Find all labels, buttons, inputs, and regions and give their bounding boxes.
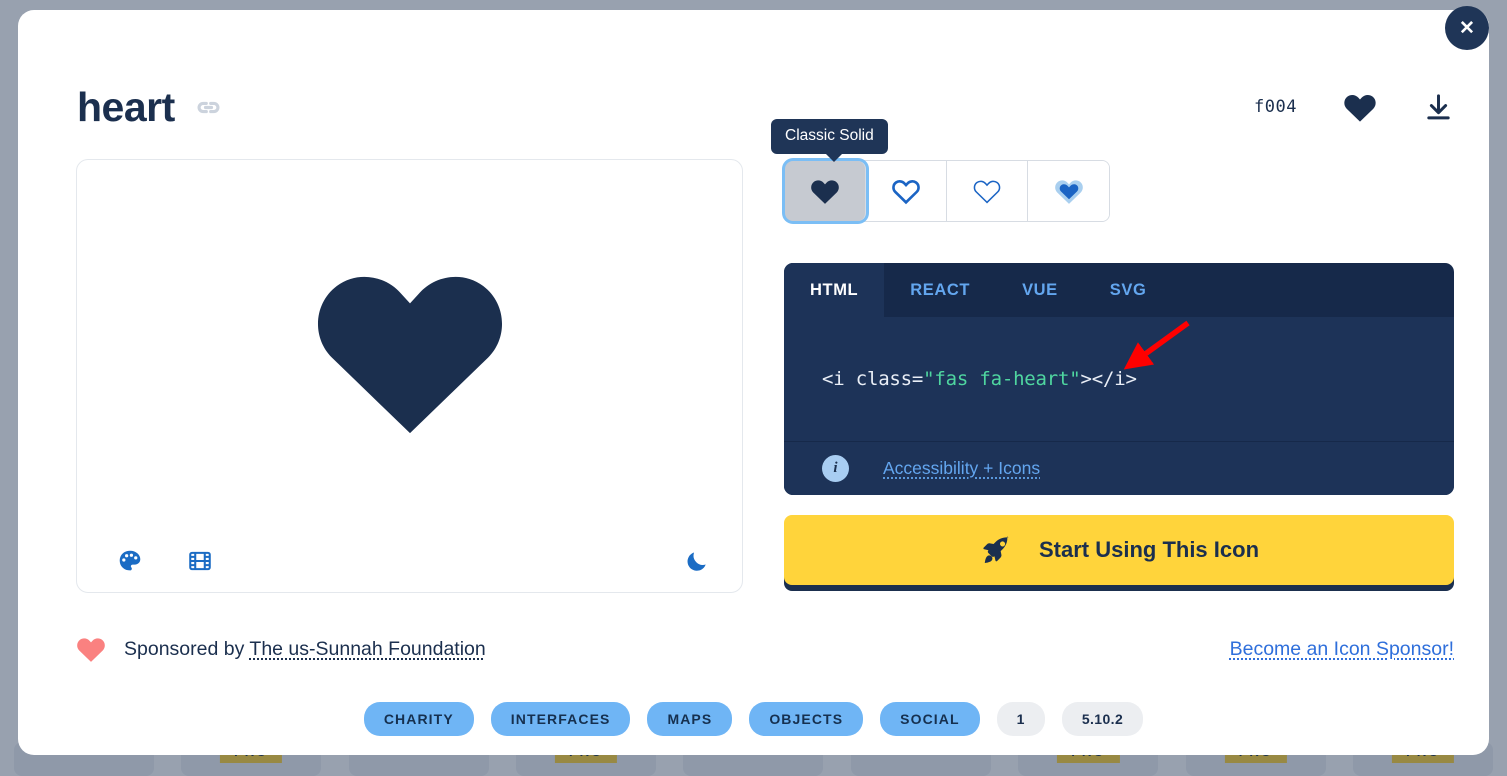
tab-vue[interactable]: VUE bbox=[996, 263, 1084, 317]
style-picker bbox=[784, 160, 1110, 222]
code-token-suffix: ></i> bbox=[1080, 368, 1137, 390]
icon-detail-modal: heart f004 Classic Solid HTML REACT VUE … bbox=[18, 10, 1489, 755]
tag-version: 5.10.2 bbox=[1061, 702, 1144, 736]
cta-label: Start Using This Icon bbox=[1038, 537, 1260, 562]
preview-tools-right bbox=[684, 548, 710, 574]
sponsor-text: Sponsored by The us-Sunnah Foundation bbox=[124, 638, 486, 661]
palette-icon[interactable] bbox=[117, 548, 143, 574]
style-option-classic-solid[interactable] bbox=[785, 161, 866, 221]
style-option-classic-regular[interactable] bbox=[866, 161, 947, 221]
accessibility-link[interactable]: Accessibility + Icons bbox=[883, 458, 1040, 479]
start-using-icon-button[interactable]: Start Using This Icon bbox=[784, 515, 1454, 585]
tab-react[interactable]: REACT bbox=[884, 263, 996, 317]
code-snippet[interactable]: <i class= "fas fa-heart" ></i> bbox=[784, 317, 1454, 441]
page-title: heart bbox=[77, 83, 175, 130]
tag-maps[interactable]: MAPS bbox=[647, 702, 733, 736]
sponsor-prefix: Sponsored by bbox=[124, 637, 250, 660]
preview-heart-icon bbox=[77, 256, 742, 439]
sponsor-name-link[interactable]: The us-Sunnah Foundation bbox=[249, 638, 485, 660]
tab-svg[interactable]: SVG bbox=[1084, 263, 1173, 317]
close-icon[interactable]: ✕ bbox=[1445, 6, 1489, 50]
style-option-duotone[interactable] bbox=[1028, 161, 1109, 221]
modal-header: heart f004 bbox=[77, 72, 1454, 142]
preview-tools-left bbox=[117, 548, 213, 574]
sponsor-heart-icon bbox=[76, 635, 106, 663]
style-tooltip: Classic Solid bbox=[771, 119, 888, 162]
film-icon[interactable] bbox=[187, 548, 213, 574]
moon-icon[interactable] bbox=[684, 548, 710, 574]
info-icon: i bbox=[822, 455, 849, 482]
code-block: HTML REACT VUE SVG <i class= "fas fa-hear… bbox=[784, 263, 1454, 495]
unicode-value: f004 bbox=[1254, 97, 1297, 117]
code-token-string: "fas fa-heart" bbox=[923, 368, 1081, 390]
code-token-prefix: <i class= bbox=[822, 368, 924, 390]
tag-count: 1 bbox=[996, 702, 1045, 736]
heart-filled-icon[interactable] bbox=[1343, 91, 1377, 123]
tag-charity[interactable]: CHARITY bbox=[363, 702, 474, 736]
tag-social[interactable]: SOCIAL bbox=[880, 702, 980, 736]
rocket-icon bbox=[979, 533, 1013, 567]
tag-row: CHARITY INTERFACES MAPS OBJECTS SOCIAL 1… bbox=[18, 702, 1489, 736]
header-actions: f004 bbox=[1254, 91, 1454, 123]
sponsor-row: Sponsored by The us-Sunnah Foundation Be… bbox=[76, 630, 1454, 668]
code-footer: i Accessibility + Icons bbox=[784, 441, 1454, 495]
icon-preview-panel bbox=[76, 159, 743, 593]
code-tabs: HTML REACT VUE SVG bbox=[784, 263, 1454, 317]
link-icon[interactable] bbox=[194, 93, 223, 122]
download-icon[interactable] bbox=[1423, 92, 1454, 123]
become-sponsor-link[interactable]: Become an Icon Sponsor! bbox=[1230, 638, 1454, 661]
tag-objects[interactable]: OBJECTS bbox=[749, 702, 864, 736]
style-option-classic-light[interactable] bbox=[947, 161, 1028, 221]
tab-html[interactable]: HTML bbox=[784, 263, 885, 317]
tag-interfaces[interactable]: INTERFACES bbox=[490, 702, 631, 736]
